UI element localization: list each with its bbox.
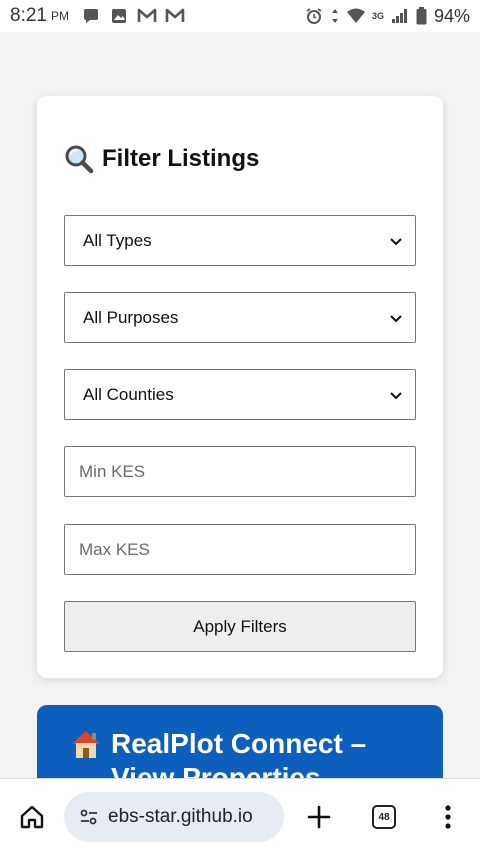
status-ampm: PM <box>50 9 69 23</box>
tab-count: 48 <box>372 805 396 829</box>
house-icon <box>69 727 103 761</box>
new-tab-button[interactable] <box>301 799 337 835</box>
hero-title: RealPlot Connect – View Properties <box>37 727 443 778</box>
chevron-down-icon <box>389 234 403 248</box>
county-select-value: All Counties <box>83 384 174 404</box>
url-bar[interactable]: ebs-star.github.io <box>64 792 284 842</box>
wifi-icon <box>346 6 366 26</box>
filter-title-text: Filter Listings <box>102 145 260 172</box>
purpose-select-value: All Purposes <box>83 307 179 327</box>
menu-button[interactable] <box>430 799 466 835</box>
max-price-input[interactable] <box>79 539 401 560</box>
filter-title: Filter Listings <box>64 144 259 174</box>
alarm-icon <box>304 6 324 26</box>
site-settings-icon[interactable] <box>78 806 100 828</box>
data-arrows-icon <box>330 6 340 26</box>
home-button[interactable] <box>14 799 50 835</box>
status-left: 8:21 PM <box>10 5 185 27</box>
status-time: 8:21 <box>10 5 47 26</box>
home-icon <box>20 805 44 829</box>
purpose-select[interactable]: All Purposes <box>64 292 416 343</box>
type-select-value: All Types <box>83 230 152 250</box>
gmail-icon <box>137 6 157 26</box>
max-price-field[interactable] <box>64 524 416 575</box>
page-content: Filter Listings All Types All Purposes A… <box>0 32 480 778</box>
min-price-field[interactable] <box>64 446 416 497</box>
filter-card: Filter Listings All Types All Purposes A… <box>37 96 443 678</box>
network-type: 3G <box>371 11 384 21</box>
chat-bubble-icon <box>81 6 101 26</box>
county-select[interactable]: All Counties <box>64 369 416 420</box>
magnifier-icon <box>64 144 94 174</box>
plus-icon <box>307 805 331 829</box>
status-bar: 8:21 PM 3G 94% <box>0 0 480 32</box>
url-text: ebs-star.github.io <box>108 806 253 827</box>
tab-switcher-button[interactable]: 48 <box>366 799 402 835</box>
battery-icon <box>416 6 428 26</box>
apply-filters-button[interactable]: Apply Filters <box>64 601 416 652</box>
gmail-icon <box>165 6 185 26</box>
status-right: 3G 94% <box>304 6 470 27</box>
chevron-down-icon <box>389 388 403 402</box>
browser-toolbar: ebs-star.github.io 48 <box>0 778 480 854</box>
min-price-input[interactable] <box>79 461 401 482</box>
type-select[interactable]: All Types <box>64 215 416 266</box>
signal-icon <box>390 6 410 26</box>
hero-title-text: RealPlot Connect – View Properties <box>111 728 367 778</box>
hero-banner: RealPlot Connect – View Properties <box>37 705 443 778</box>
chevron-down-icon <box>389 311 403 325</box>
image-icon <box>109 6 129 26</box>
more-vert-icon <box>445 805 451 829</box>
battery-percent: 94% <box>433 5 470 26</box>
